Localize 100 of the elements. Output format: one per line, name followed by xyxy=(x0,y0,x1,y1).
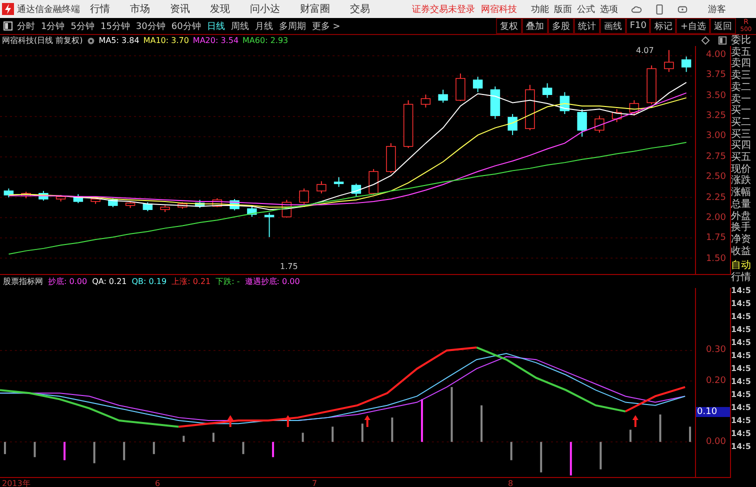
date-axis-label: 8 xyxy=(508,478,514,487)
quote-field-label: 委比 xyxy=(731,35,752,46)
candlestick xyxy=(542,82,552,98)
trade-time: 14:5 xyxy=(731,414,752,427)
user-name[interactable]: 游客 xyxy=(708,2,726,16)
quote-field-label: 换手 xyxy=(731,222,752,234)
quote-field-label: 总量 xyxy=(731,198,752,211)
candlestick xyxy=(299,188,309,204)
price-axis-label: 3.25 xyxy=(706,110,726,121)
quote-field-label: 卖五 xyxy=(731,46,752,58)
indicator-axis-label: 0.00 xyxy=(706,437,726,448)
indicator-value: 邀遇抄底: 0.00 xyxy=(244,276,300,288)
panel-toggle-icon[interactable] xyxy=(3,21,13,31)
candlestick xyxy=(681,56,692,72)
candlestick xyxy=(334,176,344,188)
trade-time: 14:5 xyxy=(731,284,752,297)
quote-field-label: 涨幅 xyxy=(731,187,752,198)
top-menu-item[interactable]: 版面 xyxy=(554,2,572,16)
price-axis-label: 3.50 xyxy=(706,90,726,101)
period-tab[interactable]: 分时 xyxy=(17,20,35,32)
trade-time: 14:5 xyxy=(731,428,752,440)
login-notice[interactable]: 证券交易未登录 xyxy=(412,2,475,16)
period-tab[interactable]: 60分钟 xyxy=(171,20,201,32)
toolbar-button[interactable]: 复权 xyxy=(496,18,522,34)
diamond-icon[interactable] xyxy=(701,36,710,45)
price-axis-label: 2.50 xyxy=(706,172,726,182)
candlestick xyxy=(456,73,466,102)
quote-field-label: 买三 xyxy=(731,128,752,140)
panel-icon[interactable] xyxy=(718,36,727,45)
quote-field-label: 买一 xyxy=(731,105,752,117)
top-menu-item[interactable]: 公式 xyxy=(577,2,595,16)
period-tab[interactable]: 更多 > xyxy=(312,20,340,32)
current-value-label: 0.10 xyxy=(696,406,730,417)
candlestick xyxy=(577,108,587,138)
price-axis-label: 2.75 xyxy=(706,152,726,162)
candlestick xyxy=(508,114,518,136)
chart-title: 网宿科技(日线 前复权) xyxy=(2,35,83,46)
toolbar-button[interactable]: 画线 xyxy=(600,18,626,34)
indicator-name: 股票指标网 xyxy=(3,276,43,288)
indicator-value: QA: 0.21 xyxy=(92,277,127,286)
up-arrow-icon xyxy=(227,415,234,428)
period-tab[interactable]: 30分钟 xyxy=(136,20,166,32)
toolbar-button[interactable]: 统计 xyxy=(574,18,600,34)
app-title: 通达信金融终端 xyxy=(17,4,80,16)
toolbar-button[interactable]: 多股 xyxy=(548,18,574,34)
auto-label[interactable]: 自动 xyxy=(731,260,756,272)
app-logo-icon xyxy=(2,3,14,15)
menu-item[interactable]: 财富圈 xyxy=(300,2,330,16)
up-arrow-icon xyxy=(632,415,638,428)
indicator-value: 抄底: 0.00 xyxy=(48,276,88,288)
period-tab[interactable]: 1分钟 xyxy=(41,20,65,32)
quote-field-label: 卖一 xyxy=(731,94,752,105)
toolbar-button[interactable]: 标记 xyxy=(650,18,676,34)
trade-time: 14:5 xyxy=(731,324,752,336)
settings-icon[interactable] xyxy=(86,36,95,44)
trade-time: 14:5 xyxy=(731,388,752,401)
menu-item[interactable]: 交易 xyxy=(350,2,370,16)
trade-time: 14:5 xyxy=(731,362,752,375)
menu-item[interactable]: 市场 xyxy=(130,2,150,16)
indicator-value: 下跌: - xyxy=(216,276,240,288)
price-axis-label: 2.25 xyxy=(706,192,726,203)
date-axis-label: 2013年 xyxy=(2,478,30,487)
candlestick xyxy=(420,94,431,108)
menu-item[interactable]: 发现 xyxy=(210,2,230,16)
quote-field-label: 净资 xyxy=(731,234,752,246)
top-menu-item[interactable]: 选项 xyxy=(600,2,618,16)
indicator-axis-label: 0.30 xyxy=(706,345,726,356)
period-tab[interactable]: 5分钟 xyxy=(70,20,94,32)
toolbar-button[interactable]: 返回 xyxy=(710,18,736,34)
candlestick xyxy=(664,50,674,72)
menu-item[interactable]: 资讯 xyxy=(170,2,190,16)
date-axis-label: 7 xyxy=(312,478,318,487)
period-tab[interactable]: 日线 xyxy=(206,20,225,32)
toolbar-button[interactable]: F10 xyxy=(626,18,650,34)
toolbar-button[interactable]: 叠加 xyxy=(522,18,548,34)
ma-value: MA10: 3.70 xyxy=(143,36,189,45)
trade-time: 14:5 xyxy=(731,350,752,362)
trade-time: 14:5 xyxy=(731,402,752,414)
phone-icon[interactable] xyxy=(654,4,665,14)
quote-field-label: 外盘 xyxy=(731,210,752,222)
period-tab[interactable]: 多周期 xyxy=(278,20,306,32)
period-tab[interactable]: 周线 xyxy=(230,20,249,32)
cloud-icon[interactable] xyxy=(631,4,642,14)
quote-field-label: 卖三 xyxy=(731,70,752,82)
quote-field-label: 卖四 xyxy=(731,58,752,70)
top-menu-item[interactable]: 功能 xyxy=(531,2,549,16)
message-icon[interactable] xyxy=(677,4,688,14)
market-label: 行情 xyxy=(731,272,752,284)
ma-value: MA60: 2.93 xyxy=(242,36,288,45)
menu-item[interactable]: 行情 xyxy=(90,2,110,16)
toolbar-button[interactable]: +自选 xyxy=(676,18,710,34)
period-tab[interactable]: 15分钟 xyxy=(100,20,130,32)
indicator-value: QB: 0.19 xyxy=(132,277,167,286)
low-price-label: 1.75 xyxy=(280,262,298,271)
quote-field-label: 现价 xyxy=(731,164,752,175)
account-name[interactable]: 网宿科技 xyxy=(481,2,517,16)
period-tab[interactable]: 月线 xyxy=(254,20,273,32)
quote-field-label: 买四 xyxy=(731,140,752,152)
indicator-value: 上涨: 0.21 xyxy=(172,276,211,288)
menu-item[interactable]: 问小达 xyxy=(250,2,280,16)
